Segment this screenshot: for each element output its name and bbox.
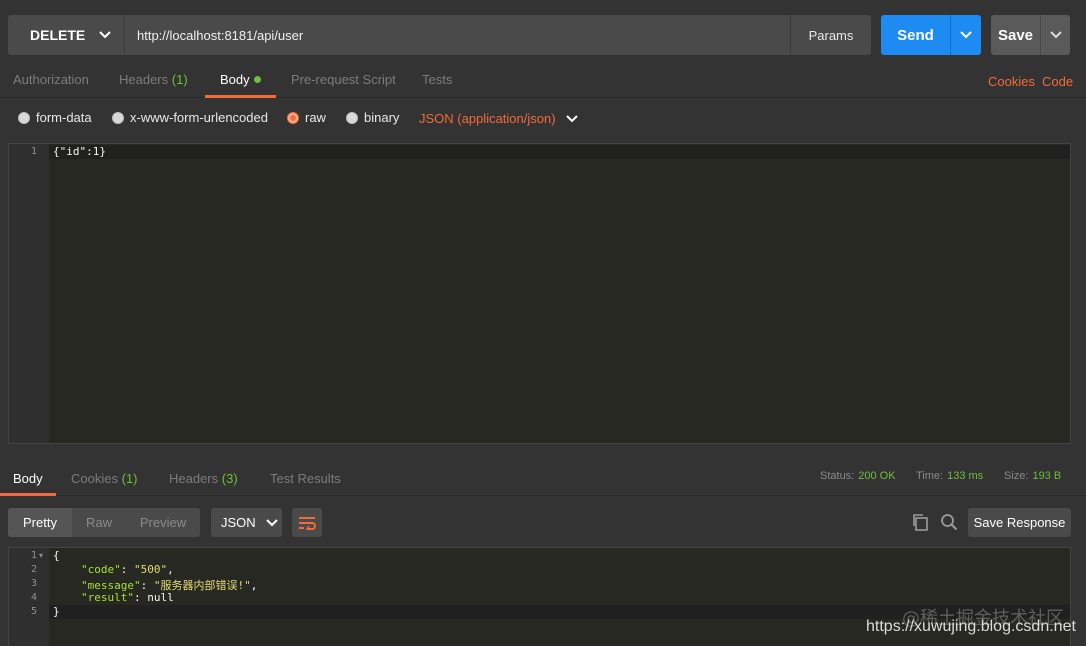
response-status: Status: 200 OK <box>820 470 896 482</box>
tab-authorization[interactable]: Authorization <box>13 72 89 87</box>
status-value: 200 OK <box>858 470 896 482</box>
response-tab-test-results[interactable]: Test Results <box>270 471 341 486</box>
code-brace-close: } <box>53 605 60 618</box>
response-tab-headers[interactable]: Headers (3) <box>169 471 238 486</box>
tab-count: (1) <box>121 471 138 486</box>
radio-circle <box>18 111 30 124</box>
tab-count: (1) <box>171 72 188 87</box>
send-options-button[interactable] <box>950 15 981 55</box>
chevron-down-icon <box>960 31 972 39</box>
copy-icon <box>913 514 928 531</box>
tab-body[interactable]: Body <box>220 72 261 87</box>
radio-label: binary <box>364 110 400 125</box>
size-value: 193 B <box>1032 470 1062 482</box>
tab-pre-request-script[interactable]: Pre-request Script <box>291 72 396 87</box>
tab-tests[interactable]: Tests <box>422 72 452 87</box>
radio-circle-selected <box>287 111 299 124</box>
editor-gutter <box>9 144 49 443</box>
size-label: Size: <box>1004 470 1029 482</box>
tab-label: Body <box>220 72 250 87</box>
save-response-button[interactable]: Save Response <box>968 508 1071 537</box>
tab-label: Authorization <box>13 72 89 87</box>
chevron-down-icon <box>565 114 578 122</box>
search-icon <box>941 514 958 531</box>
chevron-down-icon <box>265 518 278 526</box>
line-number: 1 <box>30 550 37 561</box>
line-number: 1 <box>30 146 37 157</box>
chevron-down-icon <box>99 31 111 39</box>
radio-binary[interactable]: binary <box>346 110 399 125</box>
line-number: 5 <box>30 606 37 617</box>
tab-label: Headers <box>119 72 169 87</box>
view-pretty-button[interactable]: Pretty <box>8 508 72 537</box>
radio-form-data[interactable]: form-data <box>18 110 92 125</box>
request-tabs: Authorization Headers (1) Body Pre-reque… <box>0 64 1086 98</box>
code-line: {"id":1} <box>53 145 106 158</box>
json-value: null <box>147 591 174 604</box>
radio-circle <box>112 111 124 124</box>
params-button[interactable]: Params <box>790 15 871 55</box>
radio-x-www-form-urlencoded[interactable]: x-www-form-urlencoded <box>112 110 268 125</box>
active-line-highlight <box>49 145 1070 159</box>
content-type-dropdown[interactable]: JSON (application/json) <box>419 111 578 126</box>
radio-label: form-data <box>36 110 92 125</box>
copy-button[interactable] <box>909 511 931 533</box>
time-label: Time: <box>916 470 944 482</box>
format-label: JSON <box>221 515 256 530</box>
tab-headers[interactable]: Headers (1) <box>119 72 188 87</box>
code-line: "code": "500", <box>81 563 174 576</box>
body-indicator-dot <box>253 76 261 83</box>
active-tab-underline <box>0 493 56 496</box>
radio-label: x-www-form-urlencoded <box>130 110 268 125</box>
tab-label: Cookies <box>71 471 118 486</box>
response-time: Time: 133 ms <box>916 470 983 482</box>
code-line: "result": null <box>81 591 174 604</box>
response-tab-cookies[interactable]: Cookies (1) <box>71 471 137 486</box>
response-tab-body[interactable]: Body <box>13 471 43 486</box>
view-raw-button[interactable]: Raw <box>72 508 126 537</box>
wrap-lines-button[interactable] <box>292 508 322 537</box>
request-body-editor[interactable]: 1 {"id":1} <box>8 143 1071 444</box>
view-preview-button[interactable]: Preview <box>126 508 200 537</box>
send-button[interactable]: Send <box>881 15 950 55</box>
fold-arrow-icon[interactable]: ▾ <box>39 551 43 560</box>
line-number: 4 <box>30 592 37 603</box>
cookies-link[interactable]: Cookies <box>988 74 1035 89</box>
method-label: DELETE <box>30 27 86 43</box>
radio-circle <box>346 111 358 124</box>
tab-label: Headers <box>169 471 219 486</box>
json-key: "code" <box>81 563 121 576</box>
json-value: "500" <box>134 563 168 576</box>
tab-label: Pre-request Script <box>291 72 396 87</box>
wrap-lines-icon <box>299 516 316 530</box>
search-button[interactable] <box>938 511 960 533</box>
active-tab-underline <box>205 95 276 98</box>
url-input[interactable] <box>124 15 790 55</box>
body-type-row: form-data x-www-form-urlencoded raw bina… <box>0 104 1086 132</box>
status-label: Status: <box>820 470 855 482</box>
code-link[interactable]: Code <box>1042 74 1073 89</box>
line-number: 3 <box>30 578 37 589</box>
save-button[interactable]: Save <box>991 15 1040 55</box>
line-number: 2 <box>30 564 37 575</box>
save-options-button[interactable] <box>1040 15 1070 55</box>
content-type-label: JSON (application/json) <box>419 111 556 126</box>
tab-label: Body <box>13 471 43 486</box>
response-tabs: Body Cookies (1) Headers (3) Test Result… <box>0 460 1086 496</box>
tab-label: Tests <box>422 72 453 87</box>
chevron-down-icon <box>1049 31 1062 39</box>
response-size: Size: 193 B <box>1004 470 1061 482</box>
tab-label: Test Results <box>270 471 341 486</box>
radio-raw[interactable]: raw <box>287 110 326 125</box>
radio-label: raw <box>305 110 326 125</box>
json-key: "result" <box>81 591 134 604</box>
watermark-url: https://xuwujing.blog.csdn.net <box>866 618 1076 635</box>
time-value: 133 ms <box>947 470 984 482</box>
code-brace-open: { <box>53 549 60 562</box>
tab-count: (3) <box>221 471 238 486</box>
method-dropdown[interactable]: DELETE <box>8 15 124 55</box>
format-dropdown[interactable]: JSON <box>211 508 282 537</box>
